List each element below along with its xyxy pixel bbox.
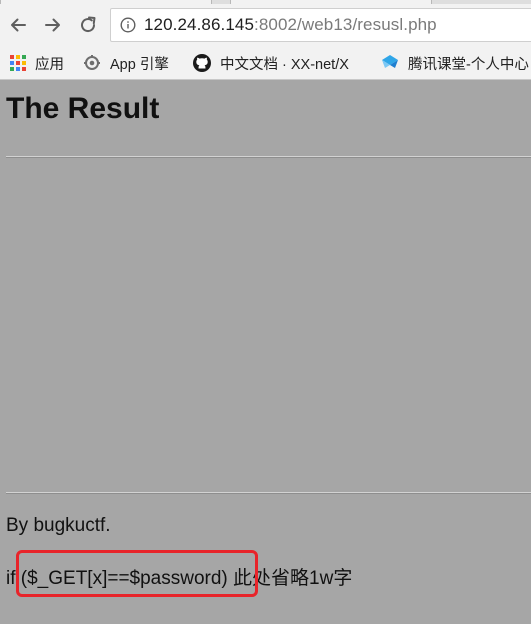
bookmark-label: 应用 [35, 56, 64, 73]
page-content: The Result By bugkuctf. if ($_GET[x]==$p… [0, 80, 531, 624]
tencent-classroom-icon [382, 55, 398, 68]
github-icon [193, 54, 211, 72]
address-bar[interactable]: 120.24.86.145:8002/web13/resusl.php [110, 8, 531, 42]
browser-window: 120.24.86.145:8002/web13/resusl.php 应用 A… [0, 0, 531, 624]
bookmark-label: 腾讯课堂-个人中心 [408, 56, 529, 73]
bookmark-label: App 引擎 [110, 56, 169, 73]
red-highlight-box [16, 550, 258, 597]
page-title: The Result [6, 92, 160, 125]
back-button[interactable] [4, 11, 32, 39]
browser-toolbar: 120.24.86.145:8002/web13/resusl.php [0, 4, 531, 46]
bookmark-tencent-classroom[interactable]: 腾讯课堂-个人中心 [380, 52, 529, 74]
bookmark-xx-net-docs[interactable]: 中文文档 · XX-net/X [192, 52, 349, 74]
top-divider [6, 156, 531, 158]
app-engine-icon [84, 55, 100, 70]
forward-button[interactable] [39, 11, 67, 39]
url-host: 120.24.86.145 [144, 15, 255, 34]
url-text[interactable]: 120.24.86.145:8002/web13/resusl.php [144, 15, 437, 35]
bookmarks-bar: 应用 App 引擎 中文文档 · XX-net/X 腾讯课堂-个人中心 [0, 46, 531, 80]
reload-icon [81, 16, 96, 33]
bottom-divider [6, 492, 531, 494]
bookmark-app-engine[interactable]: App 引擎 [82, 52, 169, 74]
apps-grid-icon [10, 55, 26, 71]
forward-arrow-icon [45, 18, 60, 32]
info-icon[interactable] [120, 17, 136, 33]
reload-button[interactable] [74, 11, 102, 39]
url-path: :8002/web13/resusl.php [254, 15, 437, 34]
back-arrow-icon [11, 18, 26, 32]
byline-text: By bugkuctf. [6, 515, 111, 536]
bookmark-label: 中文文档 · XX-net/X [220, 56, 349, 73]
bookmark-apps[interactable]: 应用 [9, 52, 64, 74]
